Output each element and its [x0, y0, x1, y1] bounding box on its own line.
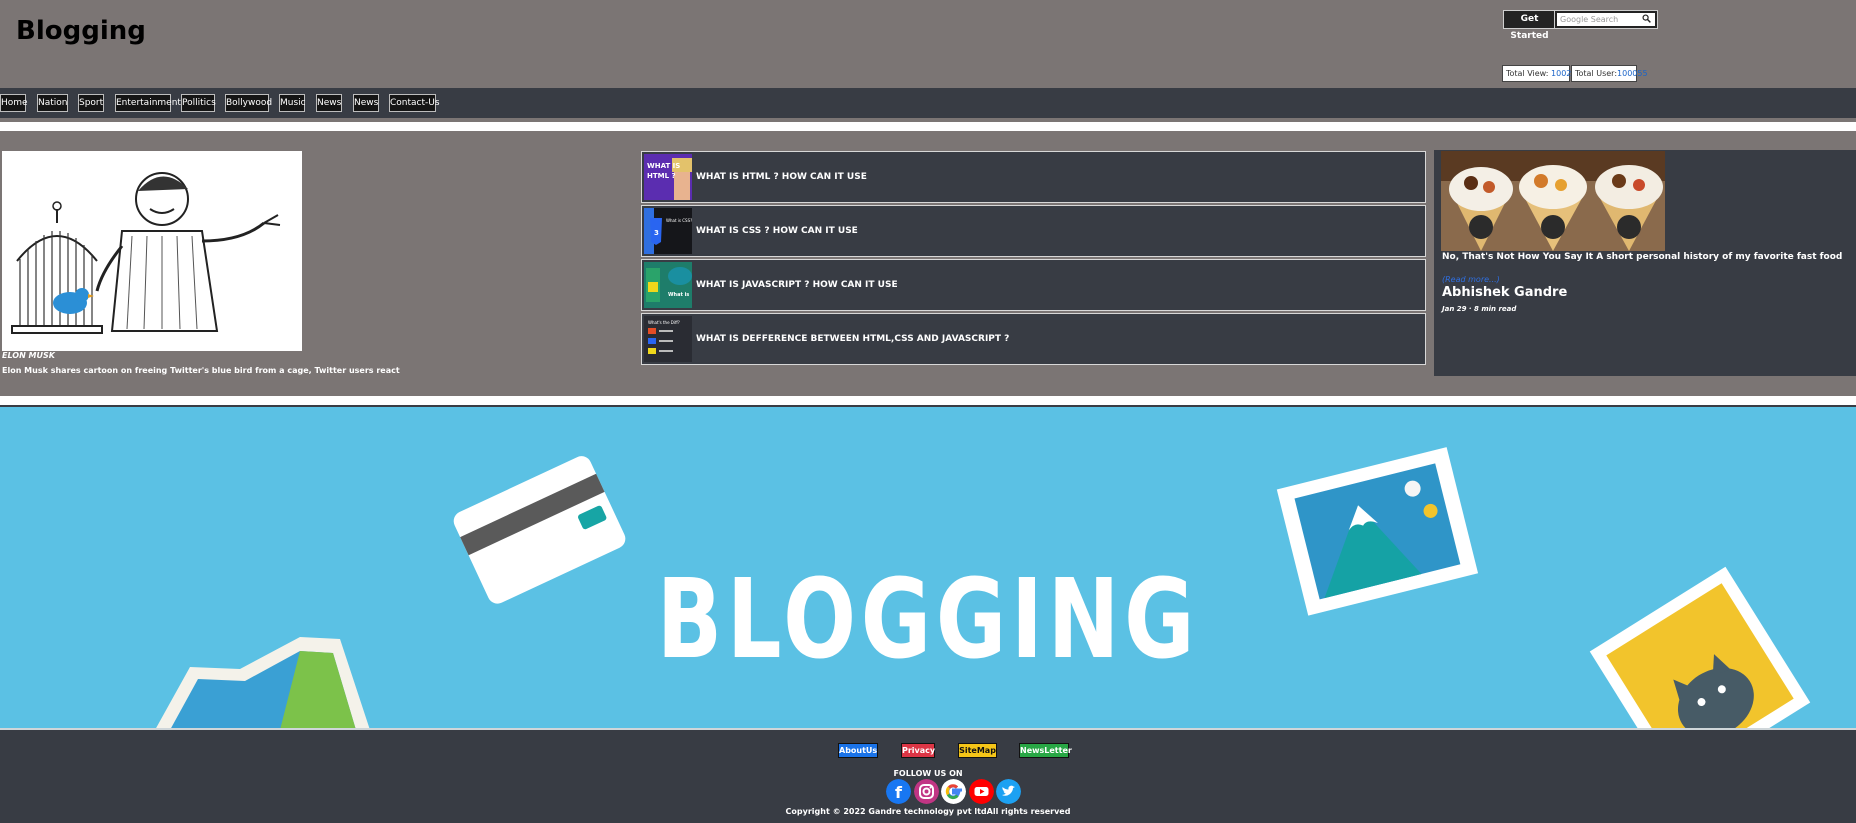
follow-us-label: FOLLOW US ON	[893, 769, 963, 778]
svg-text:What's the Diff?: What's the Diff?	[648, 320, 680, 325]
article-title: WHAT IS DEFFERENCE BETWEEN HTML,CSS AND …	[696, 334, 1010, 344]
divider	[0, 118, 1856, 133]
instagram-icon[interactable]	[914, 779, 939, 804]
nav-item-entertainment[interactable]: Entertainment	[115, 94, 181, 112]
feature-description[interactable]: Elon Musk shares cartoon on freeing Twit…	[2, 366, 400, 375]
google-icon[interactable]	[941, 779, 966, 804]
waffle-cone-image	[1441, 151, 1665, 251]
svg-text:What is CSS?: What is CSS?	[666, 218, 692, 223]
nav-item-bollywood[interactable]: Bollywood	[225, 94, 272, 112]
facebook-icon[interactable]: f	[886, 779, 911, 804]
search-placeholder: Google Search	[1560, 15, 1619, 24]
nav-item-sport[interactable]: Sport	[78, 94, 104, 112]
total-user-value: 100055	[1617, 69, 1648, 78]
total-view-counter: Total View: 10022	[1502, 65, 1576, 82]
svg-text:3: 3	[654, 229, 659, 237]
sitemap-button[interactable]: SiteMap	[958, 743, 997, 758]
svg-text:HTML ?: HTML ?	[647, 172, 676, 180]
total-view-label: Total View:	[1506, 69, 1552, 78]
site-header: Blogging Get Started Google Search Total…	[0, 0, 1856, 88]
side-post-card[interactable]: No, That's Not How You Say It A short pe…	[1434, 150, 1856, 376]
nav-item-contact-us[interactable]: Contact-Us	[389, 94, 440, 112]
get-started-button[interactable]: Get Started	[1503, 10, 1556, 41]
article-title: WHAT IS JAVASCRIPT ? HOW CAN IT USE	[696, 280, 898, 290]
nav-item-nation[interactable]: Nation	[37, 94, 68, 112]
feature-caption: ELON MUSK	[2, 351, 55, 360]
newsletter-button[interactable]: NewsLetter	[1019, 743, 1072, 758]
search-form: Google Search	[1554, 10, 1658, 29]
nav-item-pollitics[interactable]: Pollitics	[181, 94, 216, 112]
main-nav: Home Nation Sport Entertainment Pollitic…	[0, 88, 1856, 118]
article-item-javascript[interactable]: What is WHAT IS JAVASCRIPT ? HOW CAN IT …	[641, 259, 1426, 311]
svg-text:WHAT IS: WHAT IS	[647, 162, 680, 170]
nav-item-music[interactable]: Music	[279, 94, 306, 112]
article-title: WHAT IS HTML ? HOW CAN IT USE	[696, 172, 867, 182]
read-more-link[interactable]: (Read more...)	[1442, 275, 1500, 284]
feature-cartoon-image[interactable]	[2, 151, 302, 351]
svg-text:What is: What is	[668, 292, 689, 298]
site-title: Blogging	[16, 16, 146, 46]
blogging-banner: BLOGGING	[0, 407, 1856, 730]
banner-title: BLOGGING	[656, 555, 1200, 683]
search-icon[interactable]	[1642, 14, 1651, 23]
total-user-counter: Total User:100055	[1571, 65, 1648, 82]
youtube-icon[interactable]	[969, 779, 994, 804]
total-user-label: Total User:	[1575, 69, 1618, 78]
side-post-meta: Jan 29 · 8 min read	[1442, 305, 1517, 313]
nav-item-news-2[interactable]: News	[353, 94, 379, 112]
search-input[interactable]: Google Search	[1557, 13, 1655, 26]
article-thumbnail: 3 What is CSS?	[644, 208, 692, 254]
svg-text:f: f	[895, 783, 903, 802]
about-us-button[interactable]: AboutUs	[838, 743, 878, 758]
twitter-icon[interactable]	[996, 779, 1021, 804]
nav-item-home[interactable]: Home	[0, 94, 28, 112]
article-item-html[interactable]: WHAT IS HTML ? WHAT IS HTML ? HOW CAN IT…	[641, 151, 1426, 203]
side-post-title: No, That's Not How You Say It A short pe…	[1442, 252, 1843, 262]
article-thumbnail: What's the Diff?	[644, 316, 692, 362]
article-item-css[interactable]: 3 What is CSS? WHAT IS CSS ? HOW CAN IT …	[641, 205, 1426, 257]
article-title: WHAT IS CSS ? HOW CAN IT USE	[696, 226, 858, 236]
divider	[0, 393, 1856, 407]
article-item-difference[interactable]: What's the Diff? WHAT IS DEFFERENCE BETW…	[641, 313, 1426, 365]
privacy-button[interactable]: Privacy	[901, 743, 935, 758]
side-post-author: Abhishek Gandre	[1442, 285, 1568, 300]
site-footer: AboutUs Privacy SiteMap NewsLetter FOLLO…	[0, 730, 1856, 823]
article-thumbnail: WHAT IS HTML ?	[644, 154, 692, 200]
copyright-text: Copyright © 2022 Gandre technology pvt l…	[785, 807, 1071, 816]
article-thumbnail: What is	[644, 262, 692, 308]
nav-item-news-1[interactable]: News	[316, 94, 342, 112]
